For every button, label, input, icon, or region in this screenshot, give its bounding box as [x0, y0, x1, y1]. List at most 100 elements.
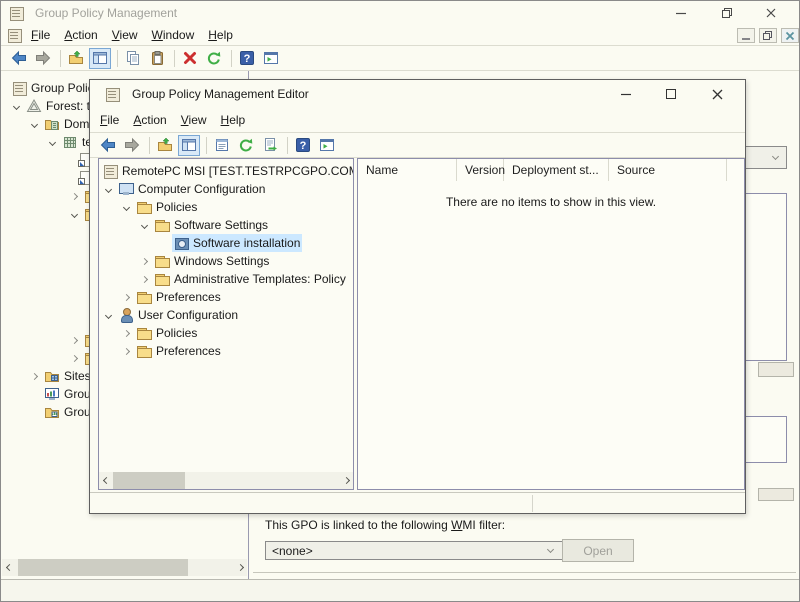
tree-item-domain[interactable]: te [46, 133, 92, 151]
export-folder-icon[interactable] [154, 135, 176, 156]
help-icon[interactable]: ? [292, 135, 314, 156]
tree-item-group-policy-root[interactable]: Group Policy [11, 79, 100, 97]
editor-window-title: Group Policy Management Editor [132, 87, 309, 101]
tree-item-group-policy-results[interactable]: Grou [44, 403, 91, 421]
tree-label: Computer Configuration [138, 182, 265, 196]
editor-minimize-button[interactable] [612, 85, 640, 103]
refresh-icon[interactable] [235, 135, 257, 156]
paste-icon[interactable] [146, 48, 168, 69]
partial-button[interactable] [758, 362, 794, 377]
mdi-restore-button[interactable] [759, 28, 777, 43]
expander[interactable] [28, 369, 40, 383]
tree-item-windows-settings[interactable]: Windows Settings [138, 252, 269, 270]
expander[interactable] [120, 290, 132, 304]
wmi-filter-combo[interactable]: <none> [265, 541, 564, 560]
tree-item-user-configuration[interactable]: User Configuration [102, 306, 238, 324]
scroll-right-icon[interactable] [339, 472, 353, 489]
menu-action[interactable]: Action [57, 25, 104, 45]
mdi-close-button[interactable] [781, 28, 799, 43]
toolbar-separator [149, 137, 150, 154]
expander[interactable] [68, 189, 80, 203]
tree-item-forest[interactable]: Forest: te [10, 97, 97, 115]
editor-menu-help[interactable]: Help [214, 110, 253, 130]
scroll-left-icon[interactable] [2, 559, 16, 576]
expander[interactable] [68, 351, 80, 365]
expander[interactable] [102, 182, 114, 196]
console-tree-icon[interactable] [89, 48, 111, 69]
sites-icon [44, 368, 60, 384]
new-window-icon[interactable] [316, 135, 338, 156]
column-header-deployment-state[interactable]: Deployment st... [504, 159, 609, 181]
tree-item-administrative-templates[interactable]: Administrative Templates: Policy [138, 270, 346, 288]
scrollbar-thumb[interactable] [113, 472, 185, 489]
menu-window[interactable]: Window [145, 25, 202, 45]
back-icon[interactable] [97, 135, 119, 156]
expander[interactable] [138, 218, 150, 232]
editor-menu-view[interactable]: View [174, 110, 214, 130]
expander[interactable] [68, 207, 80, 221]
refresh-icon[interactable] [203, 48, 225, 69]
main-restore-button[interactable] [713, 4, 741, 22]
tree-item-preferences[interactable]: Preferences [120, 288, 221, 306]
tree-item-software-settings[interactable]: Software Settings [138, 216, 268, 234]
editor-tree-hscrollbar[interactable] [99, 472, 353, 489]
scrollbar-thumb[interactable] [18, 559, 188, 576]
column-header-source[interactable]: Source [609, 159, 727, 181]
link-order-combo[interactable] [741, 146, 787, 169]
partial-button[interactable] [758, 488, 794, 501]
open-button[interactable]: Open [562, 539, 634, 562]
forward-icon[interactable] [32, 48, 54, 69]
menu-help[interactable]: Help [201, 25, 240, 45]
tree-item-domains[interactable]: Dom [28, 115, 89, 133]
help-icon[interactable]: ? [236, 48, 258, 69]
main-minimize-button[interactable] [667, 4, 695, 22]
forward-icon[interactable] [121, 135, 143, 156]
export-folder-icon[interactable] [65, 48, 87, 69]
tree-item-software-installation[interactable]: Software installation [156, 234, 302, 252]
expander[interactable] [120, 326, 132, 340]
properties-icon[interactable] [211, 135, 233, 156]
tree-label: Preferences [156, 344, 221, 358]
tree-item-user-policies[interactable]: Policies [120, 324, 197, 342]
expander[interactable] [28, 117, 40, 131]
wmi-label-prefix: This GPO is linked to the following [265, 518, 451, 532]
editor-menu-file[interactable]: File [93, 110, 126, 130]
tree-item-user-preferences[interactable]: Preferences [120, 342, 221, 360]
scroll-left-icon[interactable] [99, 472, 113, 489]
menu-file[interactable]: File [24, 25, 57, 45]
scroll-right-icon[interactable] [233, 559, 247, 576]
tree-item-policies[interactable]: Policies [120, 198, 197, 216]
svg-text:?: ? [300, 140, 307, 152]
export-list-icon[interactable] [259, 135, 281, 156]
console-tree-icon[interactable] [178, 135, 200, 156]
menu-view[interactable]: View [105, 25, 145, 45]
tree-item-computer-configuration[interactable]: Computer Configuration [102, 180, 265, 198]
expander[interactable] [102, 308, 114, 322]
expander[interactable] [68, 333, 80, 347]
main-statusbar [1, 579, 799, 602]
editor-maximize-button[interactable] [657, 85, 685, 103]
toolbar-separator [60, 50, 61, 67]
editor-menu-action[interactable]: Action [126, 110, 173, 130]
expander[interactable] [120, 200, 132, 214]
expander[interactable] [120, 344, 132, 358]
main-tree-hscrollbar[interactable] [2, 559, 247, 576]
column-header-name[interactable]: Name [358, 159, 457, 181]
expander[interactable] [138, 254, 150, 268]
expander[interactable] [138, 272, 150, 286]
tree-item-gpo-root[interactable]: RemotePC MSI [TEST.TESTRPCGPO.COM] P [102, 162, 354, 180]
tree-item-group-policy-modeling[interactable]: Grou [44, 385, 91, 403]
list-header: Name Version Deployment st... Source [358, 159, 744, 181]
delete-icon[interactable] [179, 48, 201, 69]
main-close-button[interactable] [757, 4, 785, 22]
expander[interactable] [46, 135, 58, 149]
new-window-icon[interactable] [260, 48, 282, 69]
back-icon[interactable] [8, 48, 30, 69]
tree-item-sites[interactable]: Sites [28, 367, 91, 385]
copy-icon[interactable] [122, 48, 144, 69]
editor-close-button[interactable] [703, 85, 731, 103]
column-header-version[interactable]: Version [457, 159, 504, 181]
mdi-minimize-button[interactable] [737, 28, 755, 43]
expander[interactable] [10, 99, 22, 113]
toolbar-separator [174, 50, 175, 67]
